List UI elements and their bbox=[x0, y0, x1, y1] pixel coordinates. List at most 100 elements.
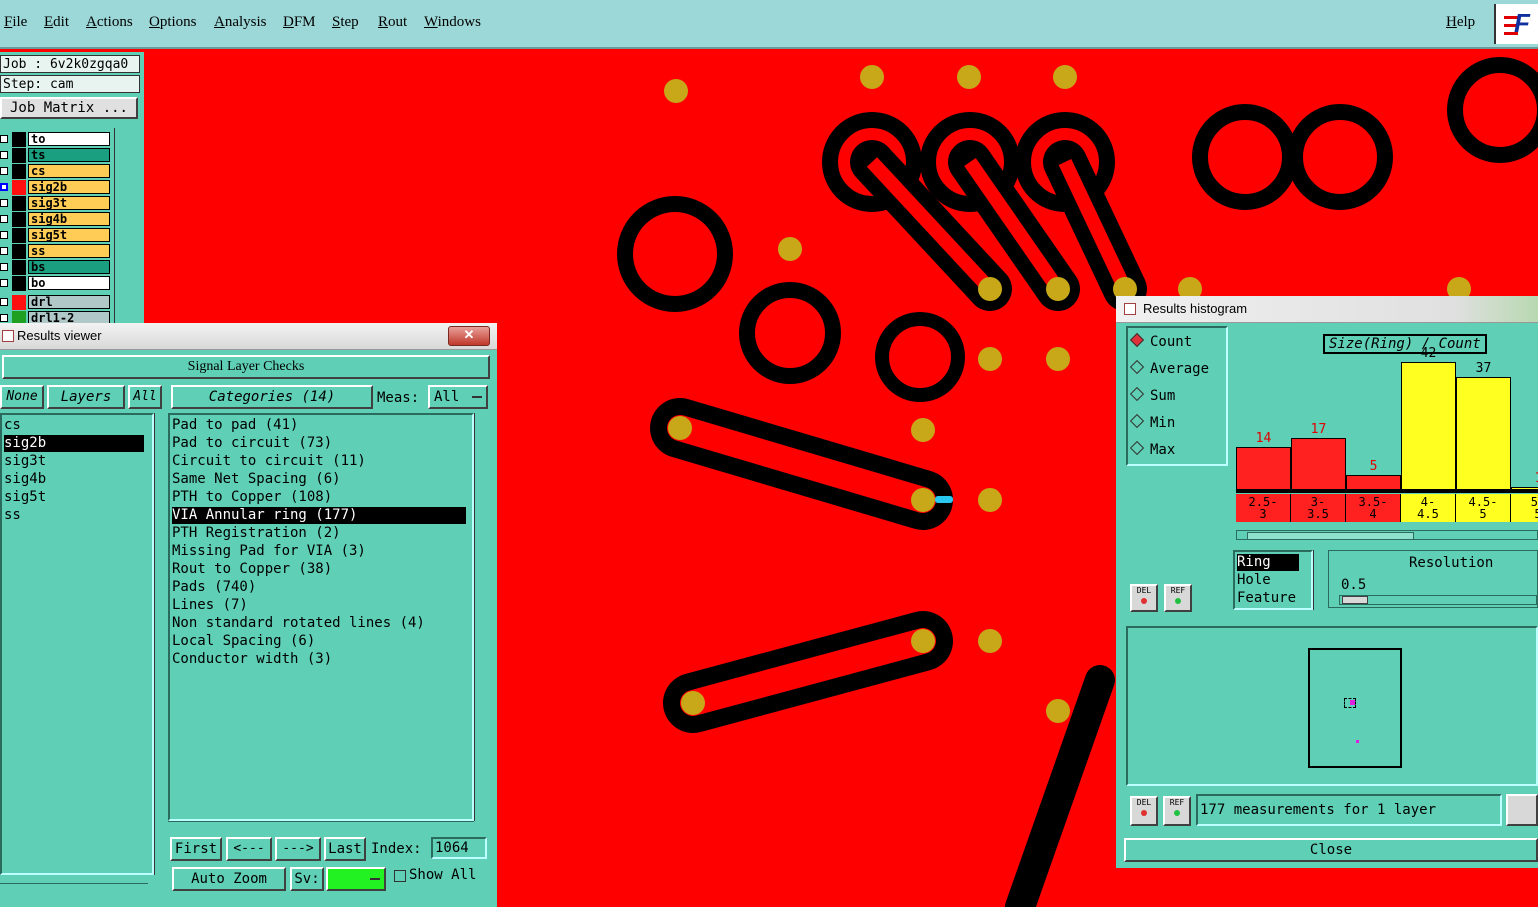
menu-rout[interactable]: Rout bbox=[378, 14, 407, 31]
category-item[interactable]: Circuit to circuit (11) bbox=[172, 453, 366, 470]
mode-radio-min[interactable]: Min bbox=[1129, 413, 1175, 433]
layer-name[interactable]: ss bbox=[28, 244, 110, 258]
layer-checkbox[interactable] bbox=[0, 231, 8, 239]
measure-item[interactable]: Ring bbox=[1237, 554, 1299, 571]
histogram-bar[interactable] bbox=[1401, 362, 1456, 490]
ref-button-bottom[interactable]: REF bbox=[1163, 796, 1191, 826]
layer-row[interactable]: sig5t bbox=[0, 228, 112, 243]
category-item[interactable]: Pad to pad (41) bbox=[172, 417, 298, 434]
layer-result-item[interactable]: sig4b bbox=[4, 471, 46, 488]
layer-results-scrollbar[interactable] bbox=[154, 413, 165, 875]
layer-checkbox[interactable] bbox=[0, 135, 8, 143]
bucket-label[interactable]: 3.5- 4 bbox=[1346, 494, 1401, 522]
mode-radio-max[interactable]: Max bbox=[1129, 440, 1175, 460]
bucket-label[interactable]: 4- 4.5 bbox=[1401, 494, 1456, 522]
layer-color-swatch[interactable] bbox=[12, 260, 26, 275]
category-item[interactable]: PTH Registration (2) bbox=[172, 525, 341, 542]
layer-checkbox[interactable] bbox=[0, 183, 8, 191]
category-item[interactable]: Local Spacing (6) bbox=[172, 633, 315, 650]
first-button[interactable]: First bbox=[170, 837, 222, 861]
layer-checkbox[interactable] bbox=[0, 314, 8, 322]
layer-results-list[interactable]: cs sig2b sig3t sig4b sig5t ss bbox=[0, 413, 154, 875]
layer-row[interactable]: bo bbox=[0, 276, 112, 291]
categories-button[interactable]: Categories (14) bbox=[171, 385, 373, 409]
layer-color-swatch[interactable] bbox=[12, 212, 26, 227]
layer-row[interactable]: sig2b bbox=[0, 180, 112, 195]
histogram-bar[interactable] bbox=[1236, 447, 1291, 490]
close-icon[interactable]: ✕ bbox=[448, 326, 490, 346]
job-matrix-button[interactable]: Job Matrix ... bbox=[0, 97, 138, 119]
layers-button[interactable]: Layers bbox=[47, 385, 125, 409]
layer-name[interactable]: sig3t bbox=[28, 196, 110, 210]
category-item[interactable]: Conductor width (3) bbox=[172, 651, 332, 668]
layer-name[interactable]: sig4b bbox=[28, 212, 110, 226]
layer-row[interactable]: ts bbox=[0, 148, 112, 163]
layer-checkbox[interactable] bbox=[0, 167, 8, 175]
layer-checkbox[interactable] bbox=[0, 215, 8, 223]
layer-result-item[interactable]: sig5t bbox=[4, 489, 46, 506]
category-list[interactable]: Pad to pad (41) Pad to circuit (73) Circui… bbox=[168, 413, 474, 821]
histogram-bar[interactable] bbox=[1456, 377, 1511, 490]
bucket-label[interactable]: 4.5- 5 bbox=[1456, 494, 1511, 522]
layer-checkbox[interactable] bbox=[0, 298, 8, 306]
resolution-slider[interactable] bbox=[1339, 595, 1537, 605]
category-item[interactable]: Rout to Copper (38) bbox=[172, 561, 332, 578]
last-button[interactable]: Last bbox=[324, 837, 366, 861]
category-item[interactable]: PTH to Copper (108) bbox=[172, 489, 332, 506]
bucket-label[interactable]: 5- 5 bbox=[1511, 494, 1538, 522]
layer-name[interactable]: bo bbox=[28, 276, 110, 290]
layer-name[interactable]: cs bbox=[28, 164, 110, 178]
layer-name[interactable]: bs bbox=[28, 260, 110, 274]
mode-radio-sum[interactable]: Sum bbox=[1129, 386, 1175, 406]
slider-thumb[interactable] bbox=[1342, 596, 1368, 604]
prev-button[interactable]: <--- bbox=[226, 837, 272, 861]
layer-color-swatch[interactable] bbox=[12, 132, 26, 147]
category-item[interactable]: VIA Annular ring (177) bbox=[172, 507, 466, 524]
layer-checkbox[interactable] bbox=[0, 263, 8, 271]
none-button[interactable]: None bbox=[0, 385, 44, 409]
category-scrollbar[interactable] bbox=[474, 413, 489, 821]
all-button[interactable]: All bbox=[128, 385, 162, 409]
menu-help[interactable]: Help bbox=[1446, 14, 1475, 31]
layer-row[interactable]: sig4b bbox=[0, 212, 112, 227]
layer-color-swatch[interactable] bbox=[12, 180, 26, 195]
layer-name[interactable]: to bbox=[28, 132, 110, 146]
category-hscrollbar[interactable] bbox=[168, 821, 474, 834]
menu-step[interactable]: Step bbox=[332, 14, 359, 31]
layer-scrollbar[interactable] bbox=[114, 128, 143, 327]
category-item[interactable]: Non standard rotated lines (4) bbox=[172, 615, 425, 632]
auto-zoom-select[interactable]: Auto Zoom bbox=[172, 867, 286, 891]
menu-dfm[interactable]: DFM bbox=[283, 14, 316, 31]
layer-name[interactable]: ts bbox=[28, 148, 110, 162]
mode-radio-count[interactable]: Count bbox=[1129, 332, 1192, 352]
layer-row[interactable]: drl bbox=[0, 295, 112, 310]
layer-checkbox[interactable] bbox=[0, 279, 8, 287]
del-button[interactable]: DEL bbox=[1130, 584, 1158, 612]
menu-edit[interactable]: Edit bbox=[44, 14, 69, 31]
layer-color-swatch[interactable] bbox=[12, 276, 26, 291]
layer-result-item[interactable]: sig3t bbox=[4, 453, 46, 470]
layer-result-item[interactable]: ss bbox=[4, 507, 21, 524]
category-item[interactable]: Lines (7) bbox=[172, 597, 248, 614]
mode-radio-average[interactable]: Average bbox=[1129, 359, 1209, 379]
layer-row[interactable]: ss bbox=[0, 244, 112, 259]
layer-color-swatch[interactable] bbox=[12, 164, 26, 179]
measure-item[interactable]: Hole bbox=[1237, 572, 1271, 589]
menu-analysis[interactable]: Analysis bbox=[214, 14, 267, 31]
bucket-label[interactable]: 3- 3.5 bbox=[1291, 494, 1346, 522]
layer-color-swatch[interactable] bbox=[12, 196, 26, 211]
category-item[interactable]: Same Net Spacing (6) bbox=[172, 471, 341, 488]
index-input[interactable]: 1064 bbox=[431, 837, 487, 859]
category-item[interactable]: Missing Pad for VIA (3) bbox=[172, 543, 366, 560]
layer-checkbox[interactable] bbox=[0, 151, 8, 159]
measure-list[interactable]: Ring Hole Feature bbox=[1233, 550, 1313, 610]
category-item[interactable]: Pads (740) bbox=[172, 579, 256, 596]
layer-row[interactable]: bs bbox=[0, 260, 112, 275]
ref-button[interactable]: REF bbox=[1164, 584, 1192, 612]
layer-color-swatch[interactable] bbox=[12, 228, 26, 243]
measure-scrollbar[interactable] bbox=[1313, 550, 1326, 610]
category-item[interactable]: Pad to circuit (73) bbox=[172, 435, 332, 452]
layer-result-item[interactable]: sig2b bbox=[4, 435, 144, 452]
layer-color-swatch[interactable] bbox=[12, 244, 26, 259]
layer-color-swatch[interactable] bbox=[12, 295, 26, 310]
